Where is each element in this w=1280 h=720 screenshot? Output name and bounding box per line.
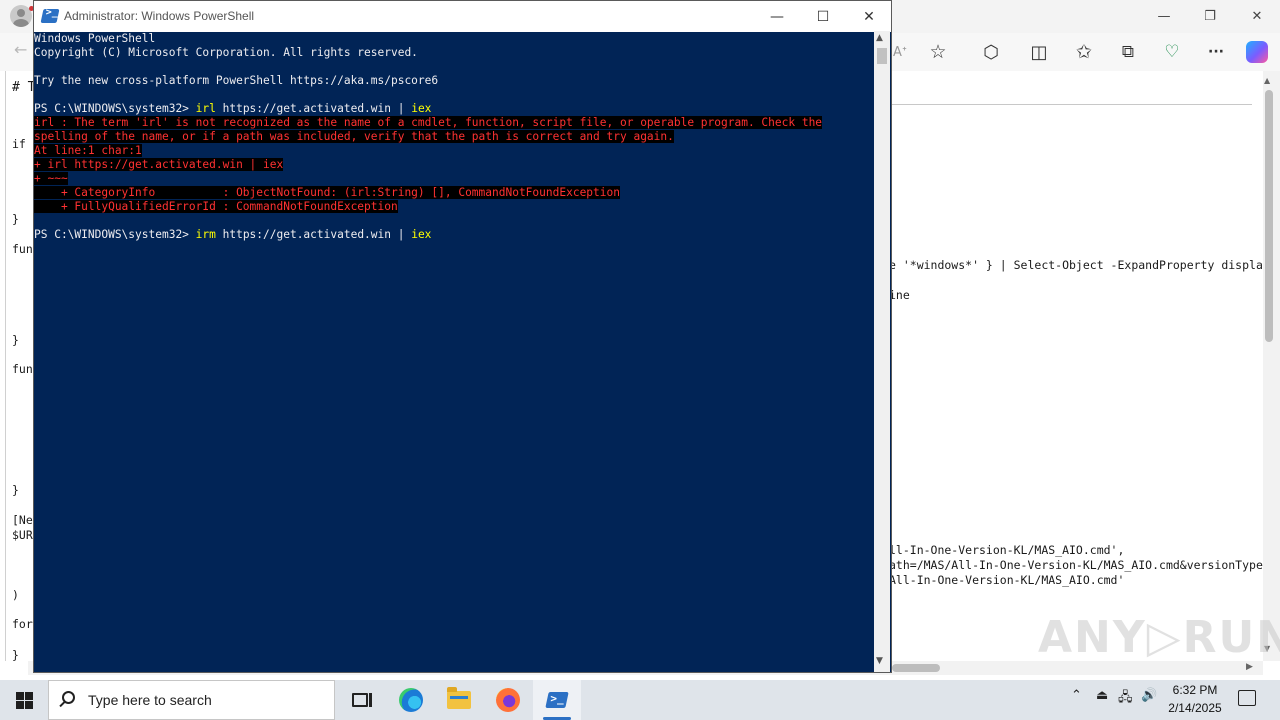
collections-icon[interactable]: ⧉ [1112,38,1144,66]
console-banner-line: Copyright (C) Microsoft Corporation. All… [34,46,418,59]
more-icon[interactable]: ··· [1200,38,1232,66]
clock-time[interactable]: 6:32 PM [1170,683,1220,697]
edge-icon [399,688,423,712]
console-cmdlet: irm [195,228,216,241]
powershell-taskbar-button[interactable] [533,680,581,720]
network-icon[interactable]: 🖧 [1118,688,1133,710]
console-error-line: + CategoryInfo : ObjectNotFound: (irl:St… [34,186,620,200]
task-view-button[interactable] [336,680,384,720]
console-error-line: spelling of the name, or if a path was i… [34,130,674,144]
usb-icon[interactable]: ⏏ [1096,688,1108,703]
powershell-scroll-thumb[interactable] [877,48,887,64]
console-error-line: + irl https://get.activated.win | iex [34,158,284,172]
back-arrow-icon[interactable]: ← [14,40,27,59]
powershell-window[interactable]: Administrator: Windows PowerShell — ☐ ✕ … [33,0,892,673]
error-text: + irl https://get.activated.win | iex [34,158,284,171]
search-placeholder[interactable]: Type here to search [88,692,212,708]
console-error-line: irl : The term 'irl' is not recognized a… [34,116,823,130]
favorites-icon[interactable]: ✩ [1068,38,1100,66]
notification-center-icon[interactable] [1238,690,1256,706]
browser-minimize-button[interactable]: — [1141,0,1187,33]
code-line-right: ll-In-One-Version-KL/MAS_AIO.cmd', [889,543,1125,557]
scroll-up-arrow-icon[interactable]: ▲ [1264,76,1270,85]
powershell-scrollbar[interactable] [874,31,890,672]
error-text: + FullyQualifiedErrorId : CommandNotFoun… [34,200,398,213]
console-argument: https://get.activated.win | [215,228,412,241]
console-cmdlet: iex [411,228,432,241]
task-view-icon [352,693,372,707]
anyrun-watermark: ANY▷RUN [1038,612,1280,663]
powershell-icon [545,692,569,708]
browser-essentials-icon[interactable]: ♡ [1156,38,1188,66]
console-argument: https://get.activated.win | [215,102,412,115]
page-divider [892,104,1252,105]
console-cmdlet: iex [411,102,432,115]
console-error-line: At line:1 char:1 [34,144,142,158]
split-screen-icon[interactable]: ◫ [1023,38,1055,66]
code-line-left: } [12,333,19,347]
start-button[interactable] [0,680,48,720]
page-horizontal-scroll-thumb[interactable] [892,664,940,672]
code-line-left: if [12,137,26,151]
console-command-line: PS C:\WINDOWS\system32> irl https://get.… [34,102,431,116]
powershell-scroll-down-icon[interactable]: ▼ [876,656,883,666]
code-line-left: # T [12,80,36,95]
code-line-right: e '*windows*' } | Select-Object -ExpandP… [889,258,1263,272]
powershell-title: Administrator: Windows PowerShell [64,9,255,23]
console-command-line: PS C:\WINDOWS\system32> irm https://get.… [34,228,431,242]
extensions-icon[interactable]: ⬡ [975,38,1007,66]
console-banner-line: Windows PowerShell [34,32,156,45]
search-icon [62,691,75,704]
error-text: + ~~~ [34,172,68,185]
powershell-close-button[interactable]: ✕ [846,1,892,32]
edge-taskbar-button[interactable] [387,680,435,720]
code-line-left: } [12,483,19,497]
code-line-left: [Ne [12,513,33,527]
code-line-right: ath=/MAS/All-In-One-Version-KL/MAS_AIO.c… [889,558,1263,572]
page-vertical-scroll-thumb[interactable] [1265,90,1273,342]
tray-chevron-icon[interactable]: ⌃ [1071,688,1082,703]
copilot-icon[interactable] [1246,41,1268,63]
error-text: irl : The term 'irl' is not recognized a… [34,116,823,129]
browser-close-button[interactable]: ✕ [1234,0,1280,33]
error-text: At line:1 char:1 [34,144,142,157]
firefox-taskbar-button[interactable] [484,680,532,720]
folder-icon [447,687,471,709]
console-error-line: + ~~~ [34,172,68,186]
volume-icon[interactable]: 🔊 [1141,688,1157,703]
favorite-star-icon[interactable]: ☆ [922,38,954,66]
windows-logo-icon [15,691,33,709]
console-banner-line: Try the new cross-platform PowerShell ht… [34,74,439,87]
clock-date[interactable]: 2/14/2025 [1163,701,1227,715]
console-cmdlet: irl [195,102,216,115]
code-line-left: fun [12,362,33,376]
code-line-left: } [12,648,19,662]
browser-maximize-button[interactable]: ❐ [1187,0,1233,33]
code-line-left: } [12,212,19,226]
error-text: spelling of the name, or if a path was i… [34,130,674,143]
code-line-left: for [12,617,33,631]
powershell-console[interactable]: Windows PowerShell Copyright (C) Microso… [34,32,875,673]
console-prompt: PS C:\WINDOWS\system32> [34,102,196,115]
powershell-icon [40,9,60,23]
error-text: + CategoryInfo : ObjectNotFound: (irl:St… [34,186,620,199]
code-line-left: ) [12,588,19,602]
file-explorer-taskbar-button[interactable] [435,680,483,720]
powershell-titlebar[interactable]: Administrator: Windows PowerShell — ☐ ✕ [34,1,891,32]
powershell-scroll-up-icon[interactable]: ▲ [876,33,883,43]
firefox-icon [496,688,520,712]
powershell-minimize-button[interactable]: — [754,1,800,32]
console-prompt: PS C:\WINDOWS\system32> [34,228,196,241]
console-error-line: + FullyQualifiedErrorId : CommandNotFoun… [34,200,398,214]
code-line-right: All-In-One-Version-KL/MAS_AIO.cmd' [889,573,1125,587]
code-line-right: ine [889,288,910,302]
scroll-right-arrow-icon[interactable]: ▶ [1246,662,1253,672]
code-line-left: fun [12,242,33,256]
powershell-maximize-button[interactable]: ☐ [800,1,846,32]
code-line-left: $UR [12,528,33,542]
